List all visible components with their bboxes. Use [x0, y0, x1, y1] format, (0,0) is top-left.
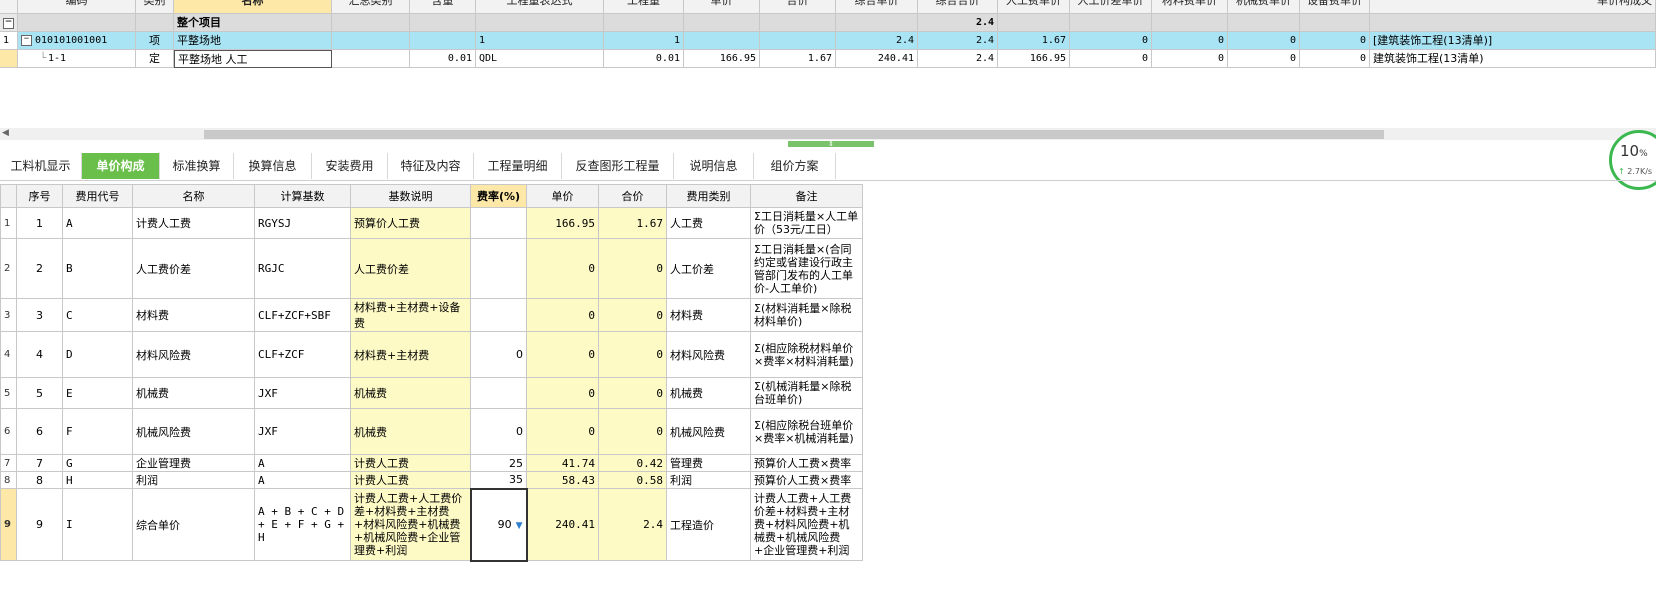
table-row[interactable]: 1 1 A 计费人工费 RGYSJ 预算价人工费 166.95 1.67 人工费…: [0, 207, 863, 239]
tab-features[interactable]: 特征及内容: [388, 153, 474, 179]
col-header-price[interactable]: 单价: [684, 0, 760, 14]
col-header-equip[interactable]: 设备费单价: [1300, 0, 1370, 14]
sub-type[interactable]: 定: [136, 50, 174, 68]
item-name[interactable]: 平整场地: [174, 32, 332, 50]
splitter-handle[interactable]: ⇕: [788, 141, 874, 148]
total-row-comp-total: 2.4: [918, 14, 998, 32]
sub-equip: 0: [1300, 50, 1370, 68]
tab-reverse-lookup[interactable]: 反查图形工程量: [562, 153, 674, 179]
col-header-summary-type[interactable]: 汇总类别: [332, 0, 410, 14]
col-header-total[interactable]: 合价: [598, 184, 667, 208]
col-header-code[interactable]: 编码: [18, 0, 136, 14]
row-number-header[interactable]: [0, 184, 17, 208]
item-code: 010101001001: [35, 35, 108, 46]
corner-cell[interactable]: [0, 0, 18, 14]
table-row[interactable]: 3 3 C 材料费 CLF+ZCF+SBF 材料费+主材费+设备费 0 0 材料…: [0, 298, 863, 332]
sub-price: 166.95: [684, 50, 760, 68]
row-number[interactable]: [0, 50, 18, 68]
top-grid-header: 编码 类别 名称 汇总类别 含量 工程量表达式 工程量 单价 合价 综合单价 综…: [0, 0, 1656, 14]
col-header-expression[interactable]: 工程量表达式: [476, 0, 604, 14]
col-header-base-desc[interactable]: 基数说明: [350, 184, 471, 208]
sub-comp-price: 240.41: [836, 50, 918, 68]
sub-total: 1.67: [760, 50, 836, 68]
tree-line-icon: └: [40, 53, 47, 64]
tab-pricing-scheme[interactable]: 组价方案: [754, 153, 836, 179]
sub-template[interactable]: 建筑装饰工程(13清单): [1370, 50, 1656, 68]
total-row[interactable]: − 整个项目 2.4: [0, 14, 1656, 32]
col-header-fee-category[interactable]: 费用类别: [666, 184, 751, 208]
col-header-seq[interactable]: 序号: [16, 184, 63, 208]
horizontal-scrollbar[interactable]: ◀: [0, 128, 1656, 140]
table-row[interactable]: 5 5 E 机械费 JXF 机械费 0 0 机械费 Σ(机械消耗量×除税台班单价…: [0, 377, 863, 409]
col-header-labor[interactable]: 人工费单价: [998, 0, 1070, 14]
col-header-name[interactable]: 名称: [174, 0, 332, 14]
col-header-calc-base[interactable]: 计算基数: [254, 184, 351, 208]
sub-comp-total: 2.4: [918, 50, 998, 68]
col-header-unit-price[interactable]: 单价: [526, 184, 599, 208]
tab-labor-material-machine[interactable]: 工料机显示: [0, 153, 82, 179]
table-row[interactable]: 4 4 D 材料风险费 CLF+ZCF 材料费+主材费 0 0 0 材料风险费 …: [0, 331, 863, 378]
unit-price-composition-table: 序号 费用代号 名称 计算基数 基数说明 费率(%) 单价 合价 费用类别 备注…: [0, 184, 863, 562]
tab-conversion-info[interactable]: 换算信息: [234, 153, 312, 179]
row-number[interactable]: 1: [0, 32, 18, 50]
rate-value[interactable]: 90: [498, 518, 512, 531]
sub-row[interactable]: └ 1-1 定 平整场地 人工 0.01 QDL 0.01 166.95 1.67…: [0, 50, 1656, 68]
col-header-rate[interactable]: 费率(%): [470, 184, 527, 208]
tab-unit-price-composition[interactable]: 单价构成: [82, 153, 160, 179]
item-labor: 1.67: [998, 32, 1070, 50]
item-template[interactable]: [建筑装饰工程(13清单)]: [1370, 32, 1656, 50]
item-equip: 0: [1300, 32, 1370, 50]
col-header-comp-price[interactable]: 综合单价: [836, 0, 918, 14]
table-row[interactable]: 7 7 G 企业管理费 A 计费人工费 25 41.74 0.42 管理费 预算…: [0, 454, 863, 472]
detail-tabs: 工料机显示 单价构成 标准换算 换算信息 安装费用 特征及内容 工程量明细 反查…: [0, 151, 1656, 181]
table-row[interactable]: 6 6 F 机械风险费 JXF 机械费 0 0 0 机械风险费 Σ(相应除税台班…: [0, 408, 863, 455]
top-grid: 编码 类别 名称 汇总类别 含量 工程量表达式 工程量 单价 合价 综合单价 综…: [0, 0, 1656, 74]
col-header-content[interactable]: 含量: [410, 0, 476, 14]
tab-quantity-detail[interactable]: 工程量明细: [474, 153, 562, 179]
table-row-current[interactable]: 9 9 I 综合单价 A + B + C + D + E + F + G + H…: [0, 487, 863, 562]
collapse-icon[interactable]: −: [21, 34, 32, 46]
item-comp-price: 2.4: [836, 32, 918, 50]
col-header-qty[interactable]: 工程量: [604, 0, 684, 14]
sub-code: 1-1: [48, 53, 67, 64]
tab-standard-conversion[interactable]: 标准换算: [160, 153, 234, 179]
tab-install-fee[interactable]: 安装费用: [312, 153, 388, 179]
sub-machine: 0: [1228, 50, 1300, 68]
col-header-material[interactable]: 材料费单价: [1152, 0, 1228, 14]
sub-name[interactable]: 平整场地 人工: [174, 50, 332, 68]
col-header-comp-total[interactable]: 综合合价: [918, 0, 998, 14]
item-expr[interactable]: 1: [476, 32, 604, 50]
item-machine: 0: [1228, 32, 1300, 50]
col-header-template[interactable]: 单价构成文: [1370, 0, 1656, 14]
col-header-total[interactable]: 合价: [760, 0, 836, 14]
sub-labor-diff: 0: [1070, 50, 1152, 68]
col-header-remark[interactable]: 备注: [750, 184, 863, 208]
item-type[interactable]: 项: [136, 32, 174, 50]
item-qty[interactable]: 1: [604, 32, 684, 50]
sub-expr[interactable]: QDL: [476, 50, 604, 68]
rate-dropdown[interactable]: 90 ▼: [469, 487, 528, 562]
dropdown-arrow-icon[interactable]: ▼: [516, 521, 523, 531]
item-row[interactable]: 1 −010101001001 项 平整场地 1 1 2.4 2.4 1.67 …: [0, 32, 1656, 50]
sub-material: 0: [1152, 50, 1228, 68]
col-header-labor-diff[interactable]: 人工价差单价: [1070, 0, 1152, 14]
col-header-fee-name[interactable]: 名称: [132, 184, 255, 208]
table-row[interactable]: 8 8 H 利润 A 计费人工费 35 58.43 0.58 利润 预算价人工费…: [0, 471, 863, 489]
scrollbar-thumb[interactable]: [204, 130, 1384, 139]
table-row[interactable]: 2 2 B 人工费价差 RGJC 人工费价差 0 0 人工价差 Σ工日消耗量×(…: [0, 238, 863, 299]
total-row-name: 整个项目: [174, 14, 332, 32]
col-header-type[interactable]: 类别: [136, 0, 174, 14]
item-labor-diff: 0: [1070, 32, 1152, 50]
sub-qty[interactable]: 0.01: [604, 50, 684, 68]
sub-labor: 166.95: [998, 50, 1070, 68]
detail-header-row: 序号 费用代号 名称 计算基数 基数说明 费率(%) 单价 合价 费用类别 备注: [0, 184, 863, 208]
item-comp-total: 2.4: [918, 32, 998, 50]
scroll-left-icon[interactable]: ◀: [2, 128, 9, 138]
item-material: 0: [1152, 32, 1228, 50]
sub-content[interactable]: 0.01: [410, 50, 476, 68]
collapse-icon[interactable]: −: [3, 17, 14, 29]
tab-description[interactable]: 说明信息: [674, 153, 754, 179]
col-header-machine[interactable]: 机械费单价: [1228, 0, 1300, 14]
col-header-fee-code[interactable]: 费用代号: [62, 184, 133, 208]
